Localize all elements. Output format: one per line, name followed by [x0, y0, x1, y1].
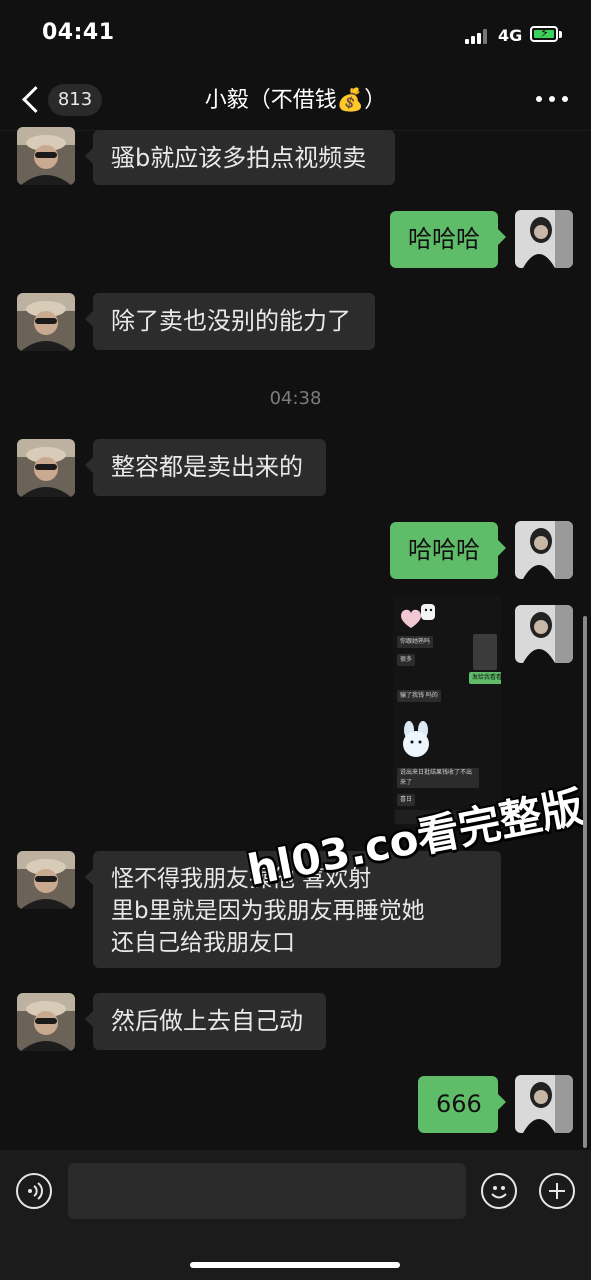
contact-avatar[interactable] [17, 127, 75, 185]
signal-icon [465, 28, 493, 44]
status-time: 04:41 [42, 20, 115, 45]
message-bubble-outgoing[interactable]: 哈哈哈 [390, 211, 506, 268]
message-input[interactable] [68, 1163, 466, 1219]
scrollbar[interactable] [583, 616, 587, 1148]
image-thumbnail [473, 634, 497, 670]
home-indicator [190, 1262, 400, 1268]
my-avatar[interactable] [515, 210, 573, 268]
battery-cap [559, 31, 562, 38]
my-avatar[interactable] [515, 1075, 573, 1133]
my-avatar[interactable] [515, 521, 573, 579]
message-bubble-outgoing[interactable]: 哈哈哈 [390, 522, 506, 579]
chat-timestamp: 04:38 [269, 388, 322, 409]
image-line: 很多 [397, 654, 416, 666]
sticker-icon [401, 604, 435, 628]
my-avatar[interactable] [515, 605, 573, 663]
contact-avatar[interactable] [17, 851, 75, 909]
plus-icon[interactable] [539, 1173, 575, 1209]
emoji-icon[interactable] [481, 1173, 517, 1209]
network-label: 4G [498, 26, 523, 45]
message-bubble-incoming[interactable]: 除了卖也没别的能力了 [85, 293, 375, 350]
image-line: 说出来日批结果钱收了不出来了 [397, 768, 479, 788]
message-bubble-incoming[interactable]: 骚b就应该多拍点视频卖 [85, 130, 395, 185]
message-bubble-incoming[interactable]: 整容都是卖出来的 [85, 439, 326, 496]
contact-avatar[interactable] [17, 439, 75, 497]
image-line: 你跟她熟吗 [397, 636, 434, 648]
image-line: 发给我看看 [469, 672, 501, 684]
chat-title: 小毅（不借钱💰） [204, 88, 387, 113]
bunny-sticker-icon [403, 721, 429, 757]
chevron-left-icon[interactable] [16, 82, 50, 118]
image-line: 骗了我钱 吗的 [397, 690, 441, 702]
message-bubble-outgoing[interactable]: 666 [418, 1076, 506, 1133]
more-icon[interactable] [536, 96, 568, 104]
message-bubble-incoming[interactable]: 然后做上去自己动 [85, 993, 326, 1050]
unread-count-badge[interactable]: 813 [48, 84, 102, 116]
contact-avatar[interactable] [17, 293, 75, 351]
voice-icon[interactable] [16, 1173, 52, 1209]
battery-charging-icon: ⚡ [530, 26, 558, 42]
contact-avatar[interactable] [17, 993, 75, 1051]
